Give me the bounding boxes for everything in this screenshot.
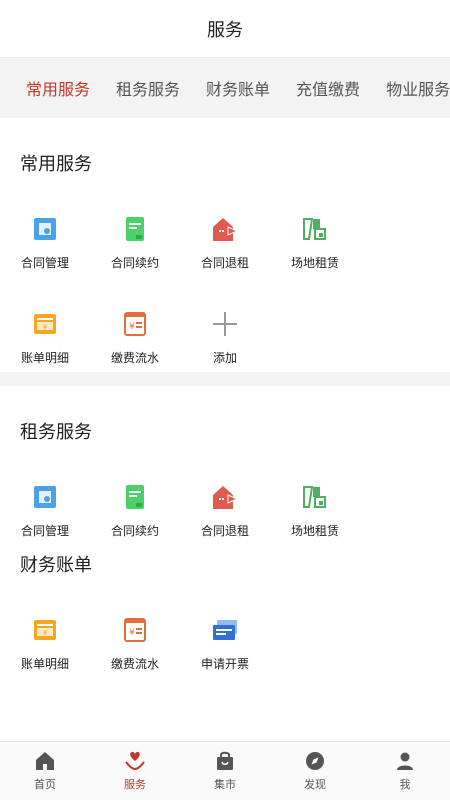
contract-terminate-icon: [210, 482, 240, 512]
tab-rental-services[interactable]: 租务服务: [116, 76, 180, 100]
rental-services-section: 租务服务 合同管理 合同续约 合同退租 场地租赁: [0, 386, 450, 545]
finance-bills-section: 财务账单 ¥ 账单明细 ¥ 缴费流水 申请开票: [0, 545, 450, 678]
home-icon: [34, 750, 56, 772]
bill-detail-icon: ¥: [30, 615, 60, 645]
svg-text:¥: ¥: [129, 628, 135, 638]
section-title: 租务服务: [20, 422, 92, 443]
svg-text:¥: ¥: [129, 322, 135, 332]
common-services-section: 常用服务 合同管理 合同续约 合同退租 场地租赁 ¥ 账单明细 ¥ 缴费流水 添…: [0, 118, 450, 372]
bill-detail-icon: ¥: [30, 309, 60, 339]
venue-rental-icon: [300, 482, 330, 512]
service-contract-renew[interactable]: 合同续约: [90, 450, 180, 545]
service-add-button[interactable]: 添加: [180, 277, 270, 372]
service-venue-rental[interactable]: 场地租赁: [270, 182, 360, 277]
tab-recharge-payment[interactable]: 充值缴费: [296, 76, 360, 100]
service-contract-renew[interactable]: 合同续约: [90, 182, 180, 277]
page-title: 服务: [207, 19, 243, 41]
tab-common-services[interactable]: 常用服务: [26, 76, 90, 100]
service-contract-manage[interactable]: 合同管理: [0, 450, 90, 545]
nav-me[interactable]: 我: [360, 742, 450, 800]
service-contract-terminate[interactable]: 合同退租: [180, 450, 270, 545]
tab-finance-bills[interactable]: 财务账单: [206, 76, 270, 100]
invoice-icon: [210, 615, 240, 645]
nav-services[interactable]: 服务: [90, 742, 180, 800]
contract-manage-icon: [30, 214, 60, 244]
service-contract-terminate[interactable]: 合同退租: [180, 182, 270, 277]
svg-text:¥: ¥: [43, 629, 48, 637]
shopping-bag-icon: [214, 750, 236, 772]
service-invoice[interactable]: 申请开票: [180, 583, 270, 678]
tab-property-services[interactable]: 物业服务: [386, 76, 450, 100]
page-header: 服务: [0, 0, 450, 58]
service-venue-rental[interactable]: 场地租赁: [270, 450, 360, 545]
payment-record-icon: ¥: [120, 615, 150, 645]
plus-icon: [210, 309, 240, 339]
contract-renew-icon: [120, 482, 150, 512]
compass-icon: [304, 750, 326, 772]
venue-rental-icon: [300, 214, 330, 244]
nav-discover[interactable]: 发现: [270, 742, 360, 800]
section-title: 常用服务: [20, 154, 92, 175]
service-bill-detail[interactable]: ¥ 账单明细: [0, 277, 90, 372]
bottom-nav: 首页 服务 集市 发现 我: [0, 741, 450, 800]
nav-market[interactable]: 集市: [180, 742, 270, 800]
contract-renew-icon: [120, 214, 150, 244]
service-contract-manage[interactable]: 合同管理: [0, 182, 90, 277]
contract-manage-icon: [30, 482, 60, 512]
category-tabs: 常用服务 租务服务 财务账单 充值缴费 物业服务: [0, 58, 450, 118]
nav-home[interactable]: 首页: [0, 742, 90, 800]
service-bill-detail[interactable]: ¥ 账单明细: [0, 583, 90, 678]
user-icon: [394, 750, 416, 772]
heart-hands-icon: [124, 750, 146, 772]
svg-text:¥: ¥: [43, 323, 48, 331]
contract-terminate-icon: [210, 214, 240, 244]
service-payment-record[interactable]: ¥ 缴费流水: [90, 277, 180, 372]
section-title: 财务账单: [20, 555, 92, 576]
service-payment-record[interactable]: ¥ 缴费流水: [90, 583, 180, 678]
section-divider: [0, 372, 450, 386]
payment-record-icon: ¥: [120, 309, 150, 339]
